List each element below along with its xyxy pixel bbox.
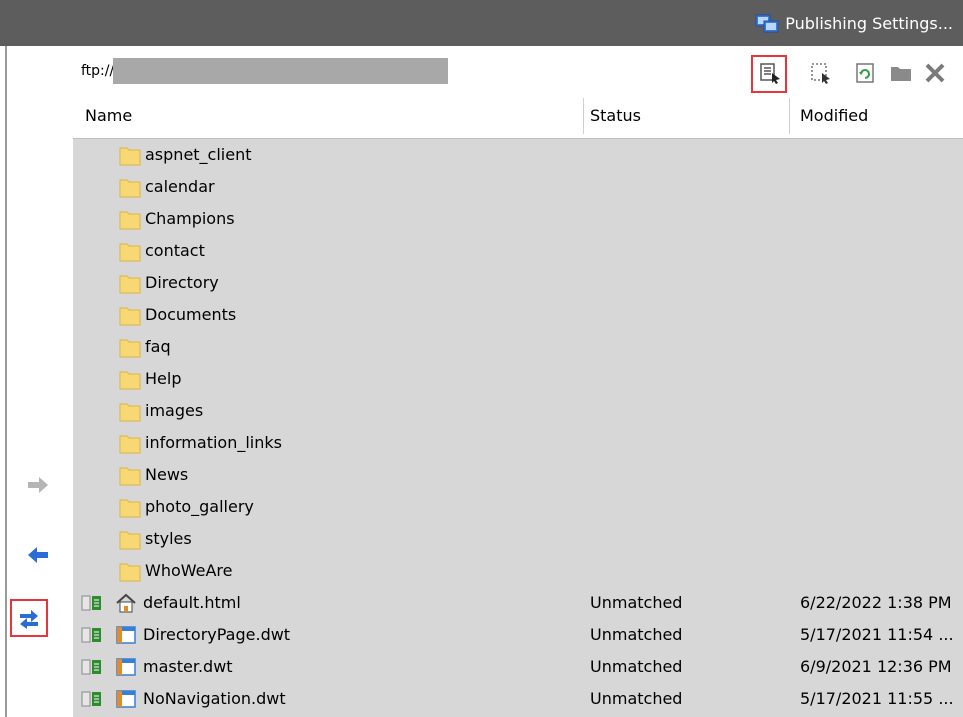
file-name: default.html <box>143 593 241 612</box>
synchronize-icon <box>20 610 38 629</box>
folder-name: Help <box>145 369 182 388</box>
folder-row[interactable]: WhoWeAre <box>73 555 963 587</box>
file-name: DirectoryPage.dwt <box>143 625 291 644</box>
template-icon <box>116 626 136 644</box>
file-status: Unmatched <box>590 689 683 708</box>
file-list-header: Name Status Modified <box>73 94 963 139</box>
file-modified: 6/9/2021 12:36 PM <box>800 657 952 676</box>
file-row[interactable]: NoNavigation.dwt Unmatched 5/17/2021 11:… <box>73 683 963 715</box>
left-divider <box>5 46 7 717</box>
top-bar: Publishing Settings... <box>0 0 963 46</box>
folder-icon <box>119 307 141 326</box>
publish-arrow-right-icon[interactable] <box>26 476 50 494</box>
file-row[interactable]: default.html Unmatched 6/22/2022 1:38 PM <box>73 587 963 619</box>
file-status: Unmatched <box>590 657 683 676</box>
folder-icon <box>119 211 141 230</box>
file-modified: 5/17/2021 11:54 ... <box>800 625 954 644</box>
folder-row[interactable]: Help <box>73 363 963 395</box>
folder-row[interactable]: information_links <box>73 427 963 459</box>
folder-icon <box>119 563 141 582</box>
file-modified: 6/22/2022 1:38 PM <box>800 593 952 612</box>
file-status-icon <box>81 595 101 611</box>
left-panel <box>0 46 73 717</box>
refresh-icon[interactable] <box>854 62 876 84</box>
file-name: master.dwt <box>143 657 233 676</box>
folder-name: aspnet_client <box>145 145 252 164</box>
column-header-modified[interactable]: Modified <box>800 94 963 138</box>
folder-name: images <box>145 401 204 420</box>
folder-row[interactable]: Champions <box>73 203 963 235</box>
synchronize-button[interactable] <box>10 599 48 637</box>
folder-name: faq <box>145 337 171 356</box>
folder-name: Champions <box>145 209 235 228</box>
folder-row[interactable]: Directory <box>73 267 963 299</box>
view-toggle-icon[interactable] <box>759 62 781 84</box>
folder-icon <box>119 531 141 550</box>
folder-row[interactable]: faq <box>73 331 963 363</box>
address-prefix: ftp:// <box>81 63 115 79</box>
folder-name: information_links <box>145 433 282 452</box>
folder-row[interactable]: photo_gallery <box>73 491 963 523</box>
folder-name: News <box>145 465 189 484</box>
file-name: NoNavigation.dwt <box>143 689 286 708</box>
folder-icon <box>119 243 141 262</box>
publishing-settings-icon <box>755 14 779 33</box>
column-separator[interactable] <box>789 98 790 134</box>
folder-name: calendar <box>145 177 215 196</box>
file-status-icon <box>81 627 101 643</box>
column-header-name[interactable]: Name <box>85 94 575 138</box>
folder-name: Documents <box>145 305 237 324</box>
file-modified: 5/17/2021 11:55 ... <box>800 689 954 708</box>
folder-icon <box>119 275 141 294</box>
file-status: Unmatched <box>590 593 683 612</box>
folder-icon <box>119 147 141 166</box>
home-page-icon <box>116 593 136 613</box>
new-folder-icon[interactable] <box>890 62 912 84</box>
folder-name: contact <box>145 241 205 260</box>
delete-icon[interactable] <box>924 62 946 84</box>
publishing-settings-label: Publishing Settings... <box>785 13 953 33</box>
folder-icon <box>119 179 141 198</box>
folder-row[interactable]: styles <box>73 523 963 555</box>
folder-name: Directory <box>145 273 219 292</box>
folder-row[interactable]: Documents <box>73 299 963 331</box>
column-separator[interactable] <box>583 98 584 134</box>
template-icon <box>116 690 136 708</box>
folder-name: WhoWeAre <box>145 561 233 580</box>
folder-icon <box>119 467 141 486</box>
column-header-status[interactable]: Status <box>590 94 790 138</box>
remote-file-list: Name Status Modified aspnet_client calen… <box>73 94 963 717</box>
folder-row[interactable]: News <box>73 459 963 491</box>
folder-row[interactable]: contact <box>73 235 963 267</box>
publishing-settings-button[interactable]: Publishing Settings... <box>755 9 953 37</box>
file-status-icon <box>81 691 101 707</box>
select-icon[interactable] <box>810 62 832 84</box>
folder-row[interactable]: images <box>73 395 963 427</box>
template-icon <box>116 658 136 676</box>
file-status: Unmatched <box>590 625 683 644</box>
folder-icon <box>119 339 141 358</box>
remote-address-bar: ftp:// <box>73 46 963 94</box>
folder-row[interactable]: aspnet_client <box>73 139 963 171</box>
file-status-icon <box>81 659 101 675</box>
folder-row[interactable]: calendar <box>73 171 963 203</box>
folder-icon <box>119 499 141 518</box>
folder-icon <box>119 435 141 454</box>
file-row[interactable]: master.dwt Unmatched 6/9/2021 12:36 PM <box>73 651 963 683</box>
address-input[interactable] <box>113 58 448 84</box>
file-rows: aspnet_client calendar Champions contact… <box>73 139 963 715</box>
folder-name: photo_gallery <box>145 497 254 516</box>
publish-arrow-left-icon[interactable] <box>26 546 50 564</box>
folder-name: styles <box>145 529 192 548</box>
folder-icon <box>119 403 141 422</box>
file-row[interactable]: DirectoryPage.dwt Unmatched 5/17/2021 11… <box>73 619 963 651</box>
folder-icon <box>119 371 141 390</box>
